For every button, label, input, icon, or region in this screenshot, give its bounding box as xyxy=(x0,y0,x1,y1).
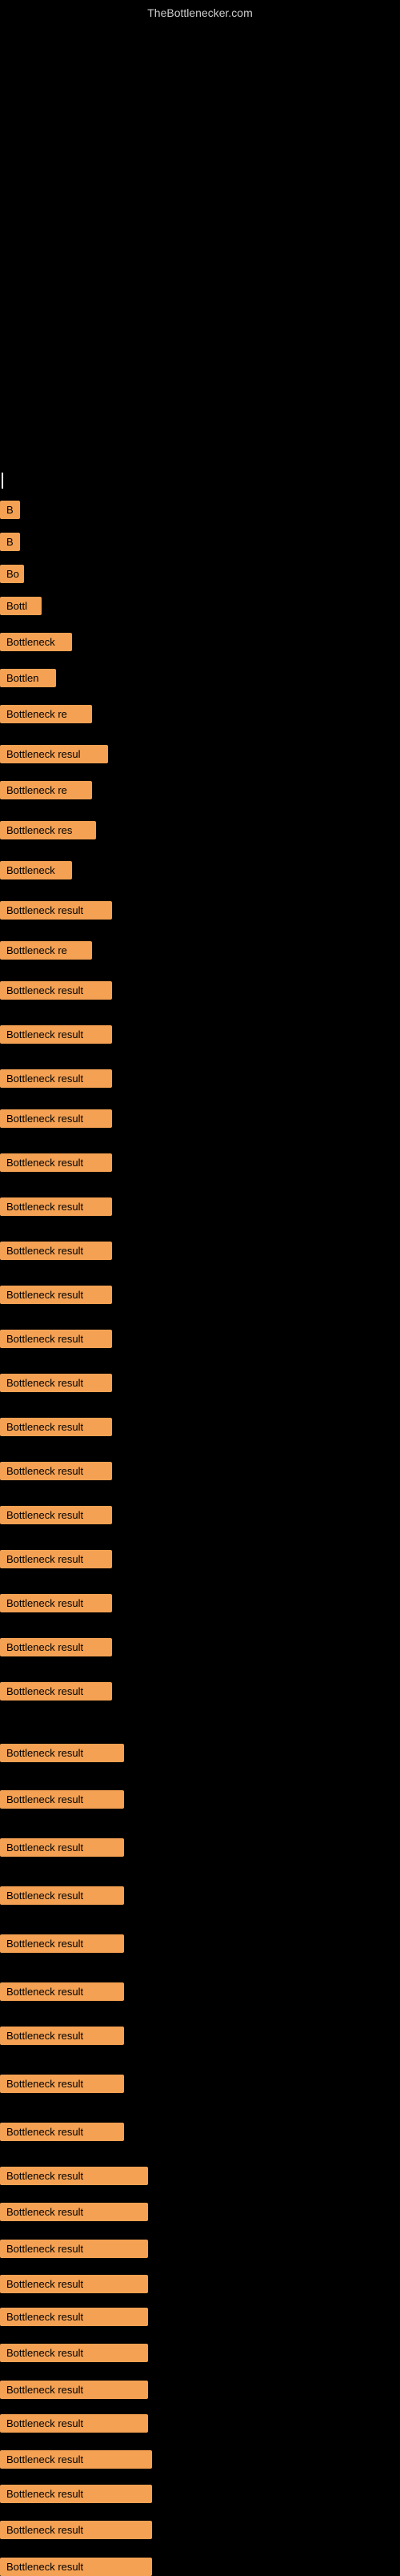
bottleneck-result-item[interactable]: Bottleneck result xyxy=(0,2414,148,2433)
bottleneck-result-item[interactable]: Bottleneck resul xyxy=(0,745,108,763)
bottleneck-result-item[interactable]: Bottlen xyxy=(0,669,56,687)
site-title: TheBottlenecker.com xyxy=(147,6,253,19)
bottleneck-result-item[interactable]: Bottleneck xyxy=(0,633,72,651)
bottleneck-result-item[interactable]: Bottleneck result xyxy=(0,2521,152,2539)
bottleneck-result-item[interactable]: Bottleneck result xyxy=(0,1286,112,1304)
bottleneck-result-item[interactable]: Bottleneck re xyxy=(0,941,92,960)
bottleneck-result-item[interactable]: Bottleneck result xyxy=(0,2450,152,2469)
bottleneck-result-item[interactable]: Bottleneck result xyxy=(0,1242,112,1260)
bottleneck-result-item[interactable]: Bottleneck result xyxy=(0,1982,124,2001)
bottleneck-result-item[interactable]: Bo xyxy=(0,565,24,583)
bottleneck-result-item[interactable]: Bottleneck re xyxy=(0,705,92,723)
bottleneck-result-item[interactable]: Bottleneck res xyxy=(0,821,96,839)
text-cursor xyxy=(2,473,3,489)
bottleneck-result-item[interactable]: Bottleneck result xyxy=(0,1462,112,1480)
bottleneck-result-item[interactable]: Bottleneck result xyxy=(0,2203,148,2221)
bottleneck-result-item[interactable]: Bottleneck result xyxy=(0,1682,112,1701)
bottleneck-result-item[interactable]: Bottleneck result xyxy=(0,2123,124,2141)
bottleneck-result-item[interactable]: B xyxy=(0,501,20,519)
bottleneck-result-item[interactable]: Bottleneck result xyxy=(0,2275,148,2293)
bottleneck-result-item[interactable]: Bottleneck result xyxy=(0,1153,112,1172)
bottleneck-result-item[interactable]: Bottleneck result xyxy=(0,1418,112,1436)
bottleneck-result-item[interactable]: Bottleneck result xyxy=(0,2344,148,2362)
bottleneck-result-item[interactable]: Bottleneck result xyxy=(0,1638,112,1656)
bottleneck-result-item[interactable]: Bottleneck result xyxy=(0,1838,124,1857)
bottleneck-result-item[interactable]: Bottleneck xyxy=(0,861,72,879)
bottleneck-result-item[interactable]: Bottleneck result xyxy=(0,981,112,1000)
bottleneck-result-item[interactable]: Bottleneck result xyxy=(0,1594,112,1612)
bottleneck-result-item[interactable]: Bottleneck result xyxy=(0,1330,112,1348)
bottleneck-result-item[interactable]: Bottleneck result xyxy=(0,1550,112,1568)
bottleneck-result-item[interactable]: Bottleneck result xyxy=(0,2308,148,2326)
bottleneck-result-item[interactable]: Bottl xyxy=(0,597,42,615)
bottleneck-result-item[interactable]: Bottleneck result xyxy=(0,1109,112,1128)
bottleneck-result-item[interactable]: Bottleneck result xyxy=(0,2381,148,2399)
bottleneck-result-item[interactable]: Bottleneck result xyxy=(0,1886,124,1905)
bottleneck-result-item[interactable]: Bottleneck result xyxy=(0,2075,124,2093)
bottleneck-result-item[interactable]: Bottleneck result xyxy=(0,1069,112,1088)
bottleneck-result-item[interactable]: B xyxy=(0,533,20,551)
bottleneck-result-item[interactable]: Bottleneck result xyxy=(0,1790,124,1809)
bottleneck-result-item[interactable]: Bottleneck re xyxy=(0,781,92,799)
bottleneck-result-item[interactable]: Bottleneck result xyxy=(0,2558,152,2576)
bottleneck-result-item[interactable]: Bottleneck result xyxy=(0,1506,112,1524)
bottleneck-result-item[interactable]: Bottleneck result xyxy=(0,2485,152,2503)
bottleneck-result-item[interactable]: Bottleneck result xyxy=(0,1374,112,1392)
bottleneck-result-item[interactable]: Bottleneck result xyxy=(0,1197,112,1216)
bottleneck-result-item[interactable]: Bottleneck result xyxy=(0,901,112,920)
bottleneck-result-item[interactable]: Bottleneck result xyxy=(0,2240,148,2258)
bottleneck-result-item[interactable]: Bottleneck result xyxy=(0,2027,124,2045)
bottleneck-result-item[interactable]: Bottleneck result xyxy=(0,2167,148,2185)
bottleneck-result-item[interactable]: Bottleneck result xyxy=(0,1744,124,1762)
bottleneck-result-item[interactable]: Bottleneck result xyxy=(0,1025,112,1044)
bottleneck-result-item[interactable]: Bottleneck result xyxy=(0,1934,124,1953)
